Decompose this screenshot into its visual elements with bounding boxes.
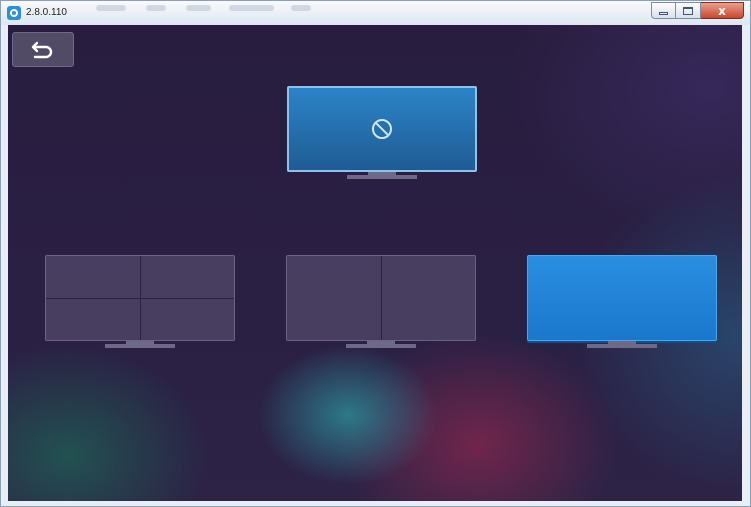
monitor-top-stand-base <box>347 175 417 179</box>
dual-monitor-stand-base <box>346 344 416 348</box>
monitor-top-screen <box>287 86 477 172</box>
minimize-button[interactable] <box>651 2 676 19</box>
title-bar-blur-5 <box>291 5 311 11</box>
title-bar-blur-3 <box>186 5 211 11</box>
undo-arrow-icon <box>31 41 53 58</box>
quad-layout-screen <box>45 255 235 341</box>
window-controls: x <box>651 2 744 19</box>
minimize-icon <box>659 11 668 15</box>
dual-vertical-divider <box>381 256 382 340</box>
app-logo-icon <box>7 6 21 20</box>
title-bar-blur-1 <box>96 5 126 11</box>
window-title: 2.8.0.110 <box>26 7 67 18</box>
maximize-button[interactable] <box>676 2 701 19</box>
title-bar[interactable]: 2.8.0.110 x <box>1 1 750 25</box>
app-window: 2.8.0.110 x <box>0 0 751 507</box>
monitor-dual-layout[interactable] <box>286 255 476 353</box>
no-signal-icon <box>372 119 392 139</box>
title-bar-blur-4 <box>229 5 274 11</box>
back-button[interactable] <box>12 32 74 67</box>
close-button[interactable]: x <box>701 2 744 19</box>
title-bar-blur-2 <box>146 5 166 11</box>
quad-horizontal-divider <box>46 298 234 299</box>
dual-layout-screen <box>286 255 476 341</box>
single-monitor-stand-base <box>587 344 657 348</box>
monitor-top[interactable] <box>287 86 477 184</box>
maximize-icon <box>683 6 693 15</box>
single-layout-screen <box>527 255 717 341</box>
close-icon: x <box>718 3 726 18</box>
quad-monitor-stand-base <box>105 344 175 348</box>
layout-canvas <box>8 25 742 501</box>
monitor-quad-layout[interactable] <box>45 255 235 353</box>
monitor-single-layout[interactable] <box>527 255 717 353</box>
